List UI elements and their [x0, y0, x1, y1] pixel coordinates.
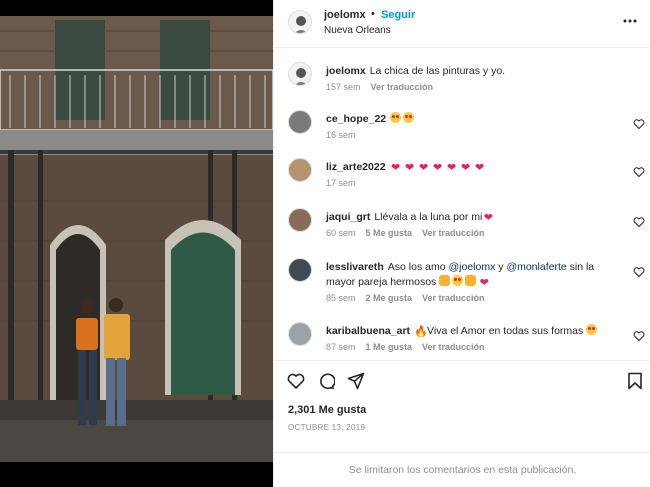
post-image	[0, 0, 273, 487]
heart-icon[interactable]	[287, 372, 305, 390]
comment-text: karibalbuena_art 🔥Viva el Amor en todas s…	[326, 324, 621, 339]
comment-username[interactable]: liz_arte2022	[326, 161, 386, 173]
author-avatar[interactable]	[288, 10, 312, 34]
comment-body: Llévala a la luna por mi	[374, 211, 483, 223]
comment-meta: 17 sem	[326, 178, 366, 188]
comment-username[interactable]: lesslivareth	[326, 261, 384, 273]
comment-time[interactable]: 60 sem	[326, 228, 356, 238]
commenter-avatar[interactable]	[288, 258, 312, 282]
heart-eyes-emoji	[390, 112, 402, 123]
caption-meta: 157 sem Ver traducción	[326, 82, 443, 92]
caption-translate-link[interactable]: Ver traducción	[371, 82, 434, 92]
caption-time[interactable]: 157 sem	[326, 82, 361, 92]
comments-list[interactable]: joelomx La chica de las pinturas y yo. 15…	[274, 48, 650, 360]
comment-body-pre: Aso los amo	[387, 261, 449, 273]
comment-body-mid: y	[495, 261, 507, 273]
red-heart-emoji: ❤	[479, 277, 489, 289]
comment-meta: 16 sem	[326, 130, 366, 140]
red-heart-emoji: ❤	[460, 162, 471, 174]
comment-likes[interactable]: 5 Me gusta	[366, 228, 413, 238]
post-photo[interactable]	[0, 0, 273, 487]
likes-count[interactable]: 2,301 Me gusta	[288, 404, 366, 416]
heart-eyes-emoji	[403, 112, 415, 123]
raising-hands-emoji	[465, 275, 477, 286]
comment-like-heart-icon[interactable]	[633, 166, 645, 178]
commenter-avatar[interactable]	[288, 322, 312, 346]
heart-eyes-emoji	[452, 275, 464, 286]
comment-time[interactable]: 16 sem	[326, 130, 356, 140]
caption-text: joelomx La chica de las pinturas y yo.	[326, 64, 621, 79]
red-heart-emoji: ❤	[390, 162, 401, 174]
post-header: joelomx • Seguir Nueva Orleans	[274, 0, 650, 48]
red-heart-emoji: ❤	[404, 162, 415, 174]
comment-text: liz_arte2022 ❤ ❤ ❤ ❤ ❤ ❤ ❤	[326, 160, 621, 175]
comment-time[interactable]: 85 sem	[326, 293, 356, 303]
comment-body: Viva el Amor en todas sus formas	[427, 325, 584, 337]
red-heart-emoji: ❤	[446, 162, 457, 174]
red-heart-emoji: ❤	[483, 212, 493, 224]
comment-text: jaqui_grt Llévala a la luna por mi❤	[326, 210, 621, 225]
comment-time[interactable]: 17 sem	[326, 178, 356, 188]
share-icon[interactable]	[347, 372, 365, 390]
comment-translate-link[interactable]: Ver traducción	[422, 228, 485, 238]
post-actions: 2,301 Me gusta OCTUBRE 13, 2019 Se limit…	[274, 360, 650, 480]
post-sidebar: joelomx • Seguir Nueva Orleans joelomx La…	[273, 0, 650, 487]
comment-time[interactable]: 87 sem	[326, 342, 356, 352]
fire-emoji: 🔥	[414, 326, 428, 338]
post-date[interactable]: OCTUBRE 13, 2019	[288, 423, 365, 432]
comment-meta: 60 sem 5 Me gusta Ver traducción	[326, 228, 495, 238]
commenter-avatar[interactable]	[288, 158, 312, 182]
commenter-avatar[interactable]	[288, 208, 312, 232]
bookmark-icon[interactable]	[626, 372, 644, 390]
more-options-icon[interactable]	[623, 14, 637, 28]
comment-username[interactable]: karibalbuena_art	[326, 325, 410, 337]
comment-likes[interactable]: 2 Me gusta	[366, 293, 413, 303]
post-location[interactable]: Nueva Orleans	[324, 25, 391, 36]
comment-icon[interactable]	[317, 372, 335, 390]
red-heart-emoji: ❤	[432, 162, 443, 174]
author-username[interactable]: joelomx	[324, 9, 366, 21]
caption-avatar[interactable]	[288, 62, 312, 86]
comment-likes[interactable]: 1 Me gusta	[366, 342, 413, 352]
clapping-hands-emoji	[439, 275, 451, 286]
red-heart-emoji: ❤	[474, 162, 485, 174]
caption-username[interactable]: joelomx	[326, 65, 366, 77]
comment-like-heart-icon[interactable]	[633, 266, 645, 278]
comment-meta: 85 sem 2 Me gusta Ver traducción	[326, 293, 495, 303]
commenter-avatar[interactable]	[288, 110, 312, 134]
comment-meta: 87 sem 1 Me gusta Ver traducción	[326, 342, 495, 352]
comment-translate-link[interactable]: Ver traducción	[422, 293, 485, 303]
mention-link[interactable]: @monlaferte	[506, 261, 566, 273]
comment-like-heart-icon[interactable]	[633, 216, 645, 228]
comment-like-heart-icon[interactable]	[633, 330, 645, 342]
comments-limited-notice: Se limitaron los comentarios en esta pub…	[274, 452, 650, 486]
comment-username[interactable]: ce_hope_22	[326, 113, 386, 125]
follow-button[interactable]: Seguir	[381, 9, 415, 21]
comment-text: lesslivareth Aso los amo @joelomx y @monl…	[326, 260, 621, 290]
mention-link[interactable]: @joelomx	[449, 261, 496, 273]
caption-body: La chica de las pinturas y yo.	[369, 65, 506, 77]
comment-translate-link[interactable]: Ver traducción	[422, 342, 485, 352]
heart-eyes-emoji	[586, 324, 598, 335]
red-heart-emoji: ❤	[418, 162, 429, 174]
separator-dot: •	[371, 8, 375, 20]
comment-like-heart-icon[interactable]	[633, 118, 645, 130]
comment-text: ce_hope_22	[326, 112, 621, 127]
comment-username[interactable]: jaqui_grt	[326, 211, 370, 223]
